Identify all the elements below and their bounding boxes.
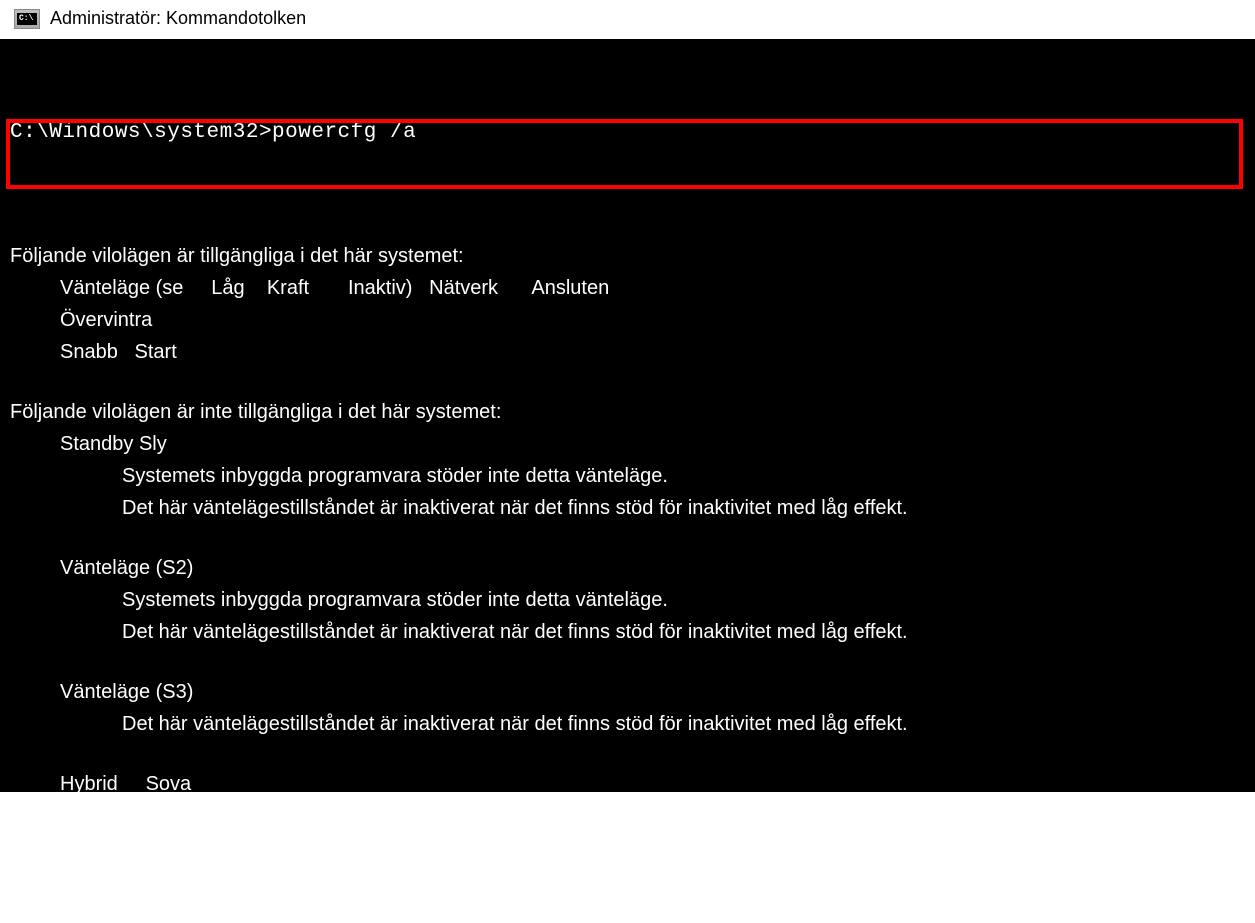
w4: Inaktiv) <box>348 272 412 304</box>
w1: Snabb <box>60 336 118 368</box>
s2-title: Vänteläge (S2) <box>10 552 1245 584</box>
terminal-area[interactable]: C:\Windows\system32>powercfg /a Följande… <box>0 39 1255 792</box>
cmd-icon: C:\ <box>14 9 40 29</box>
window-titlebar: C:\ Administratör: Kommandotolken <box>0 0 1255 39</box>
unavailable-header: Följande vilolägen är inte tillgängliga … <box>10 396 1245 428</box>
w6: Ansluten <box>531 272 609 304</box>
standby-sly-title: Standby Sly <box>10 428 1245 460</box>
w2: Låg <box>211 272 244 304</box>
available-header: Följande vilolägen är tillgängliga i det… <box>10 240 1245 272</box>
w2: Start <box>135 336 177 368</box>
w1: Vänteläge (se <box>60 272 183 304</box>
available-line-1: Vänteläge (se Låg Kraft Inaktiv) Nätverk… <box>10 272 1245 304</box>
w2: Sova <box>146 768 192 800</box>
prompt: C:\Windows\system32> <box>10 121 272 144</box>
s3-title: Vänteläge (S3) <box>10 676 1245 708</box>
window-title: Administratör: Kommandotolken <box>50 8 306 29</box>
w5: Nätverk <box>429 272 498 304</box>
w3: Kraft <box>267 272 309 304</box>
s2-line-1: Systemets inbyggda programvara stöder in… <box>10 584 1245 616</box>
standby-sly-line-1: Systemets inbyggda programvara stöder in… <box>10 460 1245 492</box>
hybrid-title: Hybrid Sova <box>10 768 1245 800</box>
available-line-2: Övervintra <box>10 304 1245 336</box>
hybrid-line-1: Vänteläge (S3) är inte tillgängligt. <box>10 800 1245 832</box>
cmd-icon-text: C:\ <box>17 13 37 25</box>
command: powercfg /a <box>272 121 416 144</box>
s3-line-1: Det här väntelägestillståndet är inaktiv… <box>10 708 1245 740</box>
available-line-3: Snabb Start <box>10 336 1245 368</box>
prompt-line: C:\Windows\system32>powercfg /a <box>10 118 1245 148</box>
s2-line-2: Det här väntelägestillståndet är inaktiv… <box>10 616 1245 648</box>
w1: Hybrid <box>60 768 118 800</box>
standby-sly-line-2: Det här väntelägestillståndet är inaktiv… <box>10 492 1245 524</box>
